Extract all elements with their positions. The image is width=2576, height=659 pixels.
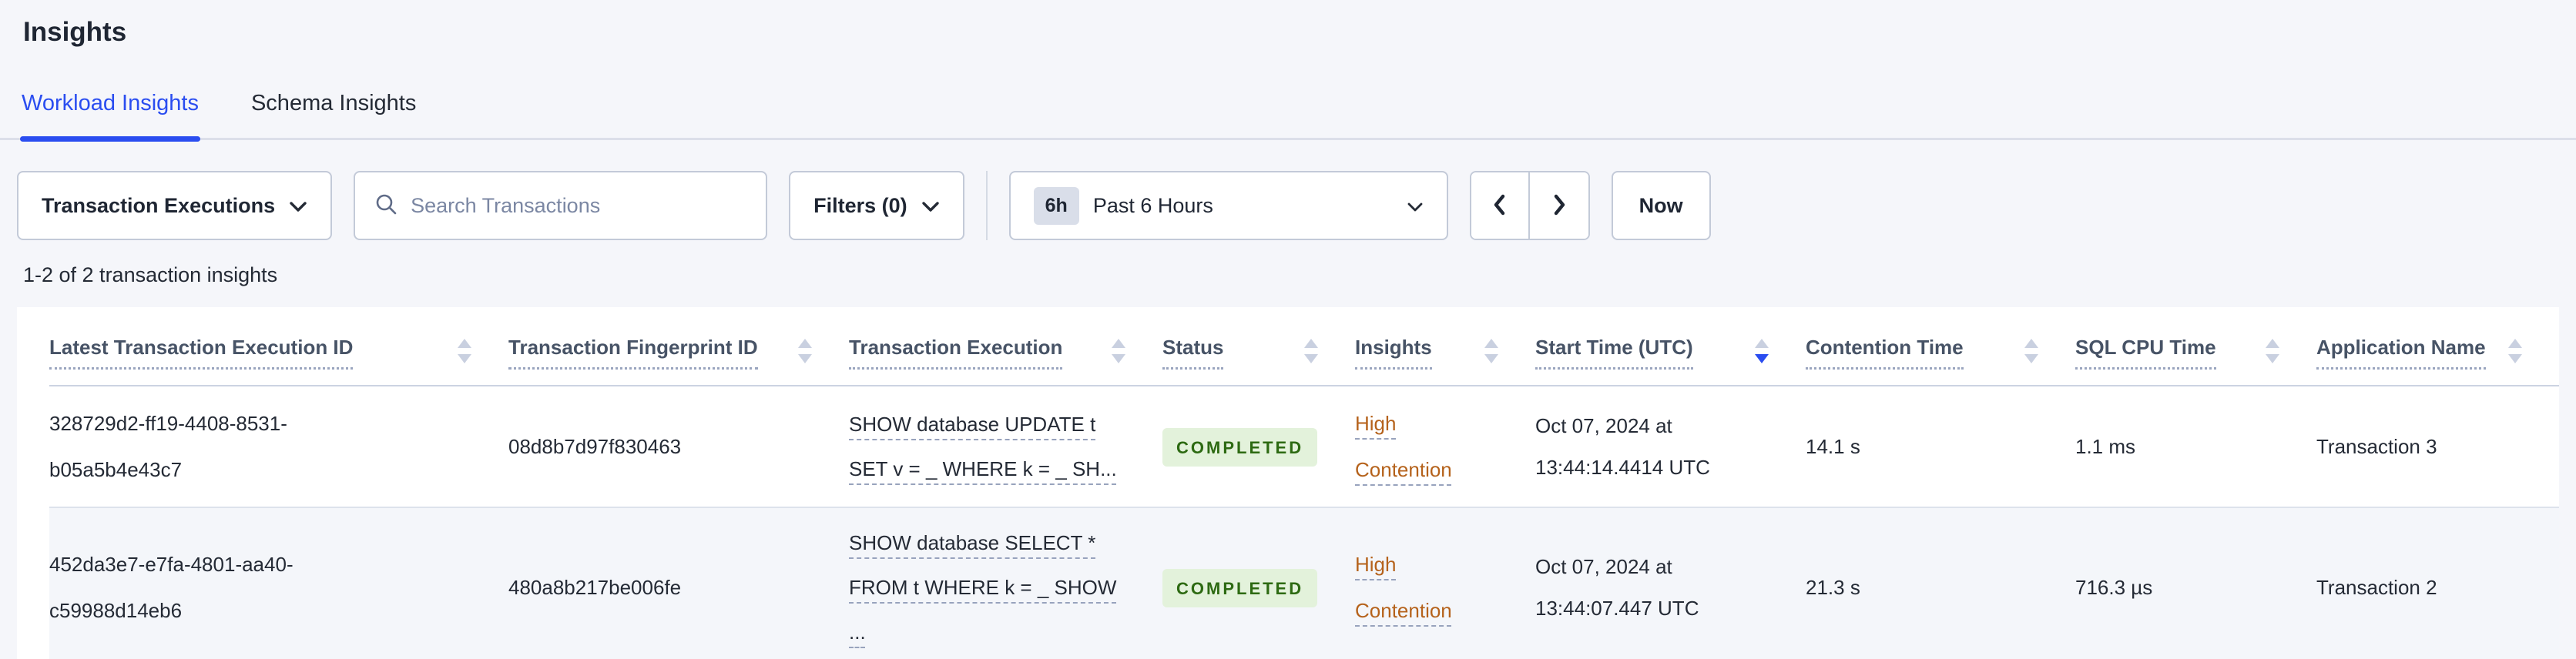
now-label: Now (1639, 193, 1683, 217)
transaction-execution-link[interactable]: SET v = _ WHERE k = _ SH... (849, 447, 1117, 491)
insights-table: Latest Transaction Execution ID Transact… (49, 307, 2559, 659)
cell-contention-time: 21.3 s (1806, 507, 2075, 659)
sort-icon[interactable] (1303, 337, 1320, 365)
col-header-transaction-execution[interactable]: Transaction Execution (849, 307, 1162, 386)
toolbar: Transaction Executions Filters (0) 6h Pa… (17, 171, 2559, 240)
sort-icon[interactable] (797, 337, 813, 365)
cell-insights: High Contention (1355, 386, 1535, 508)
chevron-left-icon (1490, 192, 1510, 219)
col-header-application-name[interactable]: Application Name (2316, 307, 2559, 386)
cell-application-name: Transaction 2 (2316, 507, 2559, 659)
time-range-badge: 6h (1033, 186, 1079, 225)
toolbar-divider (985, 171, 988, 240)
tab-workload-insights[interactable]: Workload Insights (20, 79, 200, 142)
cell-contention-time: 14.1 s (1806, 386, 2075, 508)
col-header-start-time[interactable]: Start Time (UTC) (1535, 307, 1806, 386)
transaction-execution-link[interactable]: ... (849, 610, 866, 654)
transaction-type-label: Transaction Executions (42, 193, 276, 217)
sort-icon[interactable] (2507, 337, 2524, 365)
transaction-type-dropdown[interactable]: Transaction Executions (17, 171, 333, 240)
col-header-contention-time[interactable]: Contention Time (1806, 307, 2075, 386)
sort-icon[interactable] (2023, 337, 2040, 365)
status-badge: COMPLETED (1162, 428, 1318, 467)
sort-icon[interactable] (1483, 337, 1500, 365)
insights-table-card: Latest Transaction Execution ID Transact… (17, 307, 2559, 659)
sort-icon[interactable] (456, 337, 473, 365)
cell-sql-cpu-time: 1.1 ms (2075, 386, 2316, 508)
cell-fingerprint-id: 08d8b7d97f830463 (508, 386, 849, 508)
chevron-down-icon (1407, 194, 1424, 218)
col-header-latest-transaction-execution-id[interactable]: Latest Transaction Execution ID (49, 307, 508, 386)
cell-status: COMPLETED (1162, 507, 1355, 659)
cell-insights: High Contention (1355, 507, 1535, 659)
table-header-row: Latest Transaction Execution ID Transact… (49, 307, 2559, 386)
insight-link[interactable]: High Contention (1355, 400, 1471, 493)
cell-sql-cpu-time: 716.3 µs (2075, 507, 2316, 659)
page-title: Insights (23, 17, 127, 47)
time-next-button[interactable] (1529, 172, 1588, 239)
tab-label: Schema Insights (250, 91, 417, 115)
results-count: 1-2 of 2 transaction insights (23, 263, 278, 286)
chevron-down-icon (289, 194, 307, 218)
time-prev-button[interactable] (1471, 172, 1530, 239)
time-pager (1469, 171, 1590, 240)
tab-schema-insights[interactable]: Schema Insights (250, 79, 418, 138)
cell-fingerprint-id: 480a8b217be006fe (508, 507, 849, 659)
sort-icon[interactable] (1110, 337, 1127, 365)
filters-dropdown[interactable]: Filters (0) (789, 171, 964, 240)
insight-link[interactable]: High Contention (1355, 541, 1471, 634)
time-range-picker[interactable]: 6h Past 6 Hours (1008, 171, 1448, 240)
chevron-down-icon (921, 194, 940, 218)
time-range-label: Past 6 Hours (1092, 193, 1213, 217)
cell-transaction-execution: SHOW database UPDATE t SET v = _ WHERE k… (849, 386, 1162, 508)
cell-start-time: Oct 07, 2024 at 13:44:07.447 UTC (1535, 507, 1806, 659)
table-row: 452da3e7-e7fa-4801-aa40-c59988d14eb6 480… (49, 507, 2559, 659)
search-icon (374, 192, 398, 220)
cell-application-name: Transaction 3 (2316, 386, 2559, 508)
status-badge: COMPLETED (1162, 569, 1318, 607)
cell-transaction-execution: SHOW database SELECT * FROM t WHERE k = … (849, 507, 1162, 659)
table-row: 328729d2-ff19-4408-8531-b05a5b4e43c7 08d… (49, 386, 2559, 508)
transaction-execution-link[interactable]: SHOW database UPDATE t (849, 402, 1095, 447)
sort-icon[interactable] (1753, 337, 1770, 365)
now-button[interactable]: Now (1611, 171, 1711, 240)
cell-status: COMPLETED (1162, 386, 1355, 508)
col-header-insights[interactable]: Insights (1355, 307, 1535, 386)
tabs-bar: Workload Insights Schema Insights (0, 79, 2576, 142)
insights-page: Insights Workload Insights Schema Insigh… (0, 17, 2576, 659)
sort-icon[interactable] (2264, 337, 2281, 365)
search-input[interactable] (411, 193, 748, 218)
cell-execution-id: 328729d2-ff19-4408-8531-b05a5b4e43c7 (49, 386, 508, 508)
cell-execution-id: 452da3e7-e7fa-4801-aa40-c59988d14eb6 (49, 507, 508, 659)
transaction-execution-link[interactable]: SHOW database SELECT * (849, 520, 1095, 565)
search-box[interactable] (354, 171, 768, 240)
col-header-transaction-fingerprint-id[interactable]: Transaction Fingerprint ID (508, 307, 849, 386)
chevron-right-icon (1549, 192, 1569, 219)
col-header-sql-cpu-time[interactable]: SQL CPU Time (2075, 307, 2316, 386)
col-header-status[interactable]: Status (1162, 307, 1355, 386)
cell-start-time: Oct 07, 2024 at 13:44:14.4414 UTC (1535, 386, 1806, 508)
transaction-execution-link[interactable]: FROM t WHERE k = _ SHOW (849, 565, 1116, 610)
filters-label: Filters (0) (813, 193, 907, 217)
tab-label: Workload Insights (22, 91, 199, 115)
